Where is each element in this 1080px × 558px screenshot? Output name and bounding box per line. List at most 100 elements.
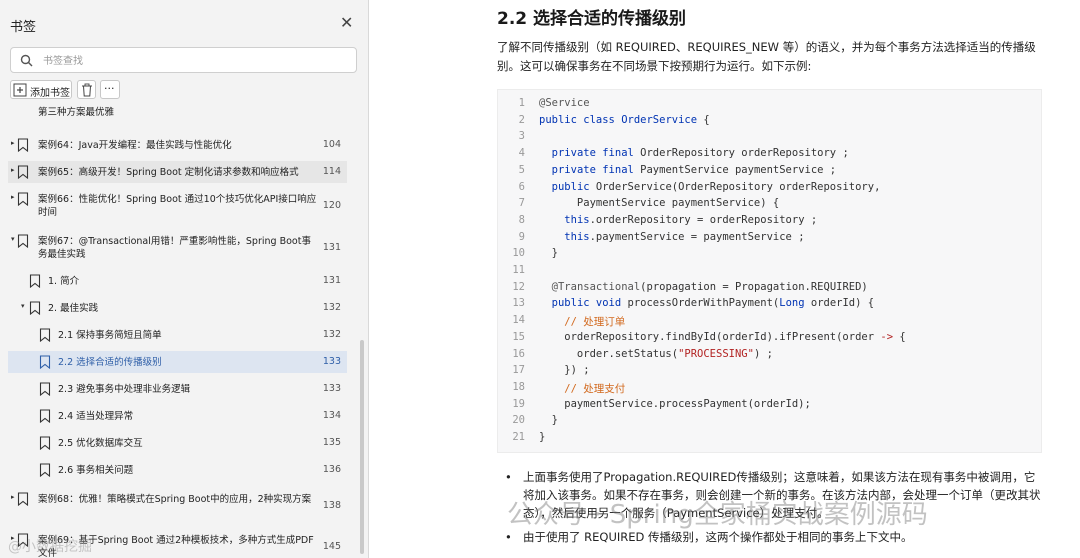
- collapse-arrow-icon[interactable]: ▾: [11, 235, 15, 243]
- bookmark-label: 案例68：优雅！策略模式在Spring Boot中的应用，2种实现方案: [38, 494, 312, 505]
- bookmark-page-number: 135: [322, 437, 341, 448]
- code-line: }) ;: [539, 364, 590, 377]
- bookmark-icon: [39, 382, 51, 396]
- line-number: 17: [512, 364, 525, 377]
- bookmark-page-number: 120: [322, 200, 341, 211]
- line-number: 12: [512, 280, 525, 293]
- bookmark-search-input[interactable]: [41, 51, 345, 71]
- bookmark-label: 2.6 事务相关问题: [58, 465, 134, 476]
- expand-arrow-icon[interactable]: ▸: [11, 193, 15, 201]
- sidebar-scrollbar[interactable]: [360, 340, 364, 554]
- bookmark-page-number: 133: [322, 356, 341, 367]
- bookmark-page-number: 145: [322, 541, 341, 552]
- bookmark-label: 案例67：@Transactional用错！严重影响性能，Spring Boot…: [38, 236, 311, 260]
- bookmark-item[interactable]: 2.1 保持事务简短且简单 132: [8, 324, 347, 346]
- bookmark-item[interactable]: ▸ 案例68：优雅！策略模式在Spring Boot中的应用，2种实现方案 138: [8, 488, 347, 524]
- bookmark-label: 案例69：基于Spring Boot 通过2种模板技术，多种方式生成PDF文件: [38, 535, 314, 558]
- bookmark-label: 2.5 优化数据库交互: [58, 438, 143, 449]
- add-bookmark-button[interactable]: 添加书签: [10, 80, 72, 99]
- bookmark-item[interactable]: ▸ 案例65：高级开发！Spring Boot 定制化请求参数和响应格式 114: [8, 161, 347, 183]
- close-icon[interactable]: ✕: [340, 13, 353, 32]
- expand-arrow-icon[interactable]: ▸: [11, 139, 15, 147]
- line-number: 21: [512, 431, 525, 443]
- code-line: private final OrderRepository orderRepos…: [551, 147, 849, 160]
- bookmark-icon: [29, 301, 41, 315]
- line-number: 2: [518, 113, 525, 126]
- bookmark-icon: [29, 274, 41, 288]
- bookmark-label: 案例64：Java开发编程：最佳实践与性能优化: [38, 140, 232, 151]
- bookmark-page-number: 133: [322, 383, 341, 394]
- line-number: 10: [512, 247, 525, 260]
- bookmark-item[interactable]: 2.6 事务相关问题 136: [8, 459, 347, 481]
- bookmark-search[interactable]: [10, 47, 357, 73]
- bookmark-icon: [39, 463, 51, 477]
- bullet-dot: •: [505, 530, 512, 544]
- bullet-text: 上面事务使用了Propagation.REQUIRED传播级别；这意味着，如果该…: [523, 470, 1041, 520]
- bookmark-item[interactable]: 2.4 适当处理异常 134: [8, 405, 347, 427]
- code-line: private final PaymentService paymentServ…: [551, 163, 837, 176]
- expand-arrow-icon[interactable]: ▸: [11, 534, 15, 542]
- bookmark-list: 第三种方案最优雅 ▸ 案例64：Java开发编程：最佳实践与性能优化 104 ▸ 案例6…: [0, 104, 360, 558]
- code-line: // 处理订单: [539, 316, 626, 329]
- bookmark-item[interactable]: ▾ 案例67：@Transactional用错！严重影响性能，Spring Boo…: [8, 230, 347, 266]
- line-number: 5: [518, 163, 525, 176]
- bookmark-item[interactable]: ▾ 2. 最佳实践 132: [8, 297, 347, 319]
- collapse-arrow-icon[interactable]: ▾: [21, 302, 25, 310]
- bookmark-item[interactable]: ▸ 案例64：Java开发编程：最佳实践与性能优化 104: [8, 134, 347, 156]
- bookmark-label: 2.4 适当处理异常: [58, 411, 134, 422]
- bookmark-label: 2. 最佳实践: [48, 303, 99, 314]
- document-page: 2.2 选择合适的传播级别 了解不同传播级别（如 REQUIRED、REQUIR…: [401, 0, 1080, 558]
- add-bookmark-label: 添加书签: [30, 88, 70, 99]
- code-line: }: [539, 414, 558, 427]
- list-item-label: 第三种方案最优雅: [38, 107, 115, 116]
- line-number: 4: [518, 147, 525, 160]
- bookmark-item[interactable]: 2.2 选择合适的传播级别 133: [8, 351, 347, 373]
- bookmark-icon: [17, 138, 29, 152]
- bookmark-page-number: 132: [322, 329, 341, 340]
- line-number: 7: [518, 197, 525, 210]
- delete-bookmark-button[interactable]: [77, 80, 96, 99]
- bookmark-page-number: 114: [322, 166, 341, 177]
- bookmark-page-number: 134: [322, 410, 341, 421]
- code-line: this.orderRepository = orderRepository ;: [564, 213, 818, 226]
- more-label: ···: [104, 82, 115, 95]
- code-line: // 处理支付: [539, 382, 626, 395]
- bullet-text: 由于使用了 REQUIRED 传播级别，这两个操作都处于相同的事务上下文中。: [523, 530, 913, 544]
- bookmark-page-number: 132: [322, 302, 341, 313]
- bookmark-label: 2.2 选择合适的传播级别: [58, 357, 162, 368]
- search-icon: [20, 54, 33, 67]
- code-line: public class OrderService {: [539, 113, 710, 126]
- panel-title: 书签: [10, 20, 37, 35]
- bullet-dot: •: [505, 470, 512, 484]
- line-number: 18: [512, 380, 525, 393]
- bookmark-item[interactable]: 1. 简介 131: [8, 270, 347, 292]
- expand-arrow-icon[interactable]: ▸: [11, 493, 15, 501]
- line-number: 20: [512, 414, 525, 427]
- code-line: orderRepository.findById(orderId).ifPres…: [539, 330, 906, 343]
- bookmark-item[interactable]: ▸ 案例66：性能优化！Spring Boot 通过10个技巧优化API接口响应时…: [8, 188, 347, 224]
- code-line: public OrderService(OrderRepository orde…: [551, 180, 881, 193]
- bookmark-item[interactable]: ▸ 案例69：基于Spring Boot 通过2种模板技术，多种方式生成PDF文件…: [8, 529, 347, 558]
- code-line: @Transactional(propagation = Propagation…: [551, 280, 868, 293]
- bookmark-page-number: 104: [322, 139, 341, 150]
- expand-arrow-icon[interactable]: ▸: [11, 166, 15, 174]
- more-options-button[interactable]: ···: [100, 80, 120, 99]
- section-heading: 2.2 选择合适的传播级别: [497, 9, 687, 29]
- bookmark-item[interactable]: 2.3 避免事务中处理非业务逻辑 133: [8, 378, 347, 400]
- bookmark-label: 案例66：性能优化！Spring Boot 通过10个技巧优化API接口响应时间: [38, 194, 317, 218]
- line-number: 11: [512, 264, 525, 276]
- line-number: 3: [518, 130, 525, 143]
- add-bookmark-icon: [13, 83, 27, 97]
- line-number: 19: [512, 397, 525, 410]
- line-number: 9: [518, 230, 525, 243]
- bookmark-page-number: 138: [322, 500, 341, 511]
- bookmark-icon: [17, 165, 29, 179]
- list-item-partial[interactable]: 第三种方案最优雅: [8, 106, 347, 120]
- intro-paragraph: 了解不同传播级别（如 REQUIRED、REQUIRES_NEW 等）的语义，并…: [497, 40, 1036, 73]
- code-line: PaymentService paymentService) {: [539, 197, 780, 210]
- code-line: @Service: [539, 97, 590, 109]
- bookmark-item[interactable]: 2.5 优化数据库交互 135: [8, 432, 347, 454]
- line-number: 1: [518, 97, 525, 109]
- code-line: }: [539, 247, 558, 260]
- line-number: 14: [512, 314, 525, 327]
